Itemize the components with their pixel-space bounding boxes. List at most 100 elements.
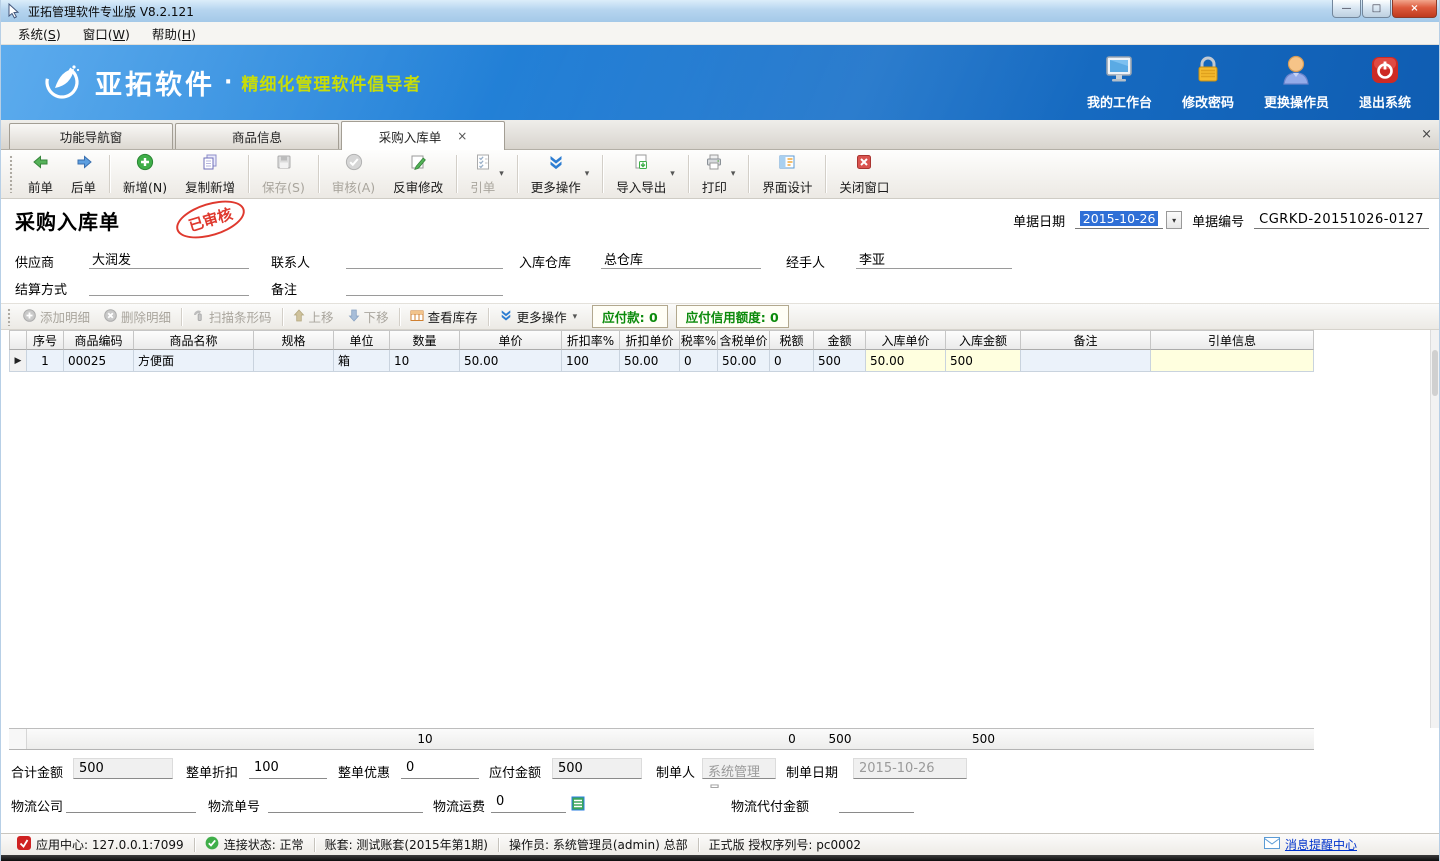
doc-number-value[interactable]: CGRKD-20151026-0127 — [1254, 212, 1429, 229]
tab-product-info[interactable]: 商品信息 — [175, 123, 339, 149]
cell-qty[interactable]: 10 — [390, 350, 460, 372]
handler-input[interactable]: 李亚 — [856, 249, 1012, 269]
total-amount-field[interactable]: 500 — [73, 758, 173, 779]
move-up-button[interactable]: 上移 — [286, 307, 341, 326]
view-stock-button[interactable]: 查看库存 — [403, 307, 485, 326]
scan-barcode-button[interactable]: 扫描条形码 — [185, 307, 279, 326]
doc-date-input[interactable]: 2015-10-26 — [1075, 211, 1163, 229]
payable-amount-field[interactable]: 500 — [552, 758, 642, 779]
settlement-input[interactable] — [89, 276, 249, 296]
summary-tax: 0 — [770, 732, 814, 746]
logistics-fee-field[interactable]: 0 — [491, 792, 566, 813]
menu-system[interactable]: 系统(S) — [7, 21, 72, 46]
cell-discount-rate[interactable]: 100 — [562, 350, 620, 372]
exit-system-button[interactable]: 退出系统 — [1359, 55, 1411, 111]
delete-detail-button[interactable]: 删除明细 — [97, 307, 178, 326]
message-center-link[interactable]: 消息提醒中心 — [1264, 836, 1357, 853]
col-header-inbound-amount[interactable]: 入库金额 — [946, 330, 1021, 350]
col-header-spec[interactable]: 规格 — [254, 330, 334, 350]
workbench-button[interactable]: 我的工作台 — [1087, 55, 1152, 111]
save-button[interactable]: 保存(S) — [253, 151, 314, 198]
col-header-tax-rate[interactable]: 税率% — [680, 330, 718, 350]
minimize-button[interactable]: — — [1332, 0, 1361, 18]
col-header-tax-incl-price[interactable]: 含税单价 — [718, 330, 770, 350]
cell-product-name[interactable]: 方便面 — [134, 350, 254, 372]
close-button[interactable]: × — [1392, 0, 1437, 18]
cell-unit[interactable]: 箱 — [334, 350, 390, 372]
doc-discount-field[interactable]: 100 — [249, 758, 327, 779]
cell-tax-rate[interactable]: 0 — [680, 350, 718, 372]
ui-design-button[interactable]: 界面设计 — [753, 151, 821, 198]
unaudit-button[interactable]: 反审修改 — [384, 151, 452, 198]
col-header-selector[interactable] — [9, 330, 27, 350]
new-button[interactable]: 新增(N) — [114, 151, 176, 198]
change-password-button[interactable]: 修改密码 — [1182, 55, 1234, 111]
warehouse-input[interactable]: 总仓库 — [601, 249, 761, 269]
col-header-tax-amount[interactable]: 税额 — [770, 330, 814, 350]
grid-toolbar-grip[interactable] — [7, 308, 12, 326]
col-header-seq[interactable]: 序号 — [27, 330, 64, 350]
close-tab-icon[interactable]: × — [457, 129, 467, 143]
maximize-button[interactable]: □ — [1362, 0, 1391, 18]
cell-seq[interactable]: 1 — [27, 350, 64, 372]
cell-inbound-amount[interactable]: 500 — [946, 350, 1021, 372]
print-button[interactable]: 打印▾ — [693, 151, 745, 198]
col-header-product-name[interactable]: 商品名称 — [134, 330, 254, 350]
cell-tax-amount[interactable]: 0 — [770, 350, 814, 372]
cell-discount-price[interactable]: 50.00 — [620, 350, 680, 372]
date-dropdown-button[interactable]: ▾ — [1166, 211, 1182, 229]
col-header-ref-info[interactable]: 引单信息 — [1151, 330, 1314, 350]
logistics-no-field[interactable] — [268, 792, 423, 813]
vertical-scrollbar[interactable] — [1430, 330, 1439, 728]
col-header-discount-price[interactable]: 折扣单价 — [620, 330, 680, 350]
close-window-button[interactable]: 关闭窗口 — [830, 151, 898, 198]
menu-window[interactable]: 窗口(W) — [72, 21, 141, 46]
cell-amount[interactable]: 500 — [814, 350, 866, 372]
cell-inbound-price[interactable]: 50.00 — [866, 350, 946, 372]
next-doc-button[interactable]: 后单 — [62, 151, 105, 198]
audit-button[interactable]: 审核(A) — [323, 151, 384, 198]
prev-doc-button[interactable]: 前单 — [19, 151, 62, 198]
cell-ref-info[interactable] — [1151, 350, 1314, 372]
menu-help[interactable]: 帮助(H) — [141, 21, 207, 46]
col-header-inbound-price[interactable]: 入库单价 — [866, 330, 946, 350]
dropdown-arrow-icon[interactable]: ▾ — [573, 312, 578, 322]
app-center-status: 应用中心: 127.0.0.1:7099 — [7, 836, 194, 853]
dropdown-arrow-icon[interactable]: ▾ — [499, 169, 504, 179]
add-detail-button[interactable]: 添加明细 — [16, 307, 97, 326]
col-header-product-code[interactable]: 商品编码 — [64, 330, 134, 350]
col-header-price[interactable]: 单价 — [460, 330, 562, 350]
logistics-paid-field[interactable] — [839, 792, 914, 813]
supplier-input[interactable]: 大润发 — [89, 249, 249, 269]
cell-remark[interactable] — [1021, 350, 1151, 372]
move-down-button[interactable]: 下移 — [341, 307, 396, 326]
col-header-unit[interactable]: 单位 — [334, 330, 390, 350]
contact-input[interactable] — [346, 249, 503, 269]
remark-input[interactable] — [346, 276, 503, 296]
tab-purchase-inbound[interactable]: 采购入库单 × — [341, 121, 505, 150]
dropdown-arrow-icon[interactable]: ▾ — [670, 169, 675, 179]
dropdown-arrow-icon[interactable]: ▾ — [585, 169, 590, 179]
doc-promo-field[interactable]: 0 — [401, 758, 479, 779]
cell-product-code[interactable]: 00025 — [64, 350, 134, 372]
fee-list-icon[interactable] — [571, 796, 586, 815]
scrollbar-thumb[interactable] — [1432, 350, 1438, 396]
toolbar-grip[interactable] — [9, 155, 14, 193]
cell-spec[interactable] — [254, 350, 334, 372]
more-actions-button[interactable]: 更多操作▾ — [522, 151, 599, 198]
col-header-qty[interactable]: 数量 — [390, 330, 460, 350]
cell-tax-incl-price[interactable]: 50.00 — [718, 350, 770, 372]
col-header-discount-rate[interactable]: 折扣率% — [562, 330, 620, 350]
cell-price[interactable]: 50.00 — [460, 350, 562, 372]
import-export-button[interactable]: 导入导出▾ — [607, 151, 684, 198]
col-header-amount[interactable]: 金额 — [814, 330, 866, 350]
switch-operator-button[interactable]: 更换操作员 — [1264, 55, 1329, 111]
col-header-remark[interactable]: 备注 — [1021, 330, 1151, 350]
dropdown-arrow-icon[interactable]: ▾ — [731, 169, 736, 179]
ref-doc-button[interactable]: 引单▾ — [461, 151, 513, 198]
close-tabstrip-icon[interactable]: × — [1421, 127, 1432, 142]
copy-new-button[interactable]: 复制新增 — [176, 151, 244, 198]
tab-nav-window[interactable]: 功能导航窗 — [9, 123, 173, 149]
grid-more-actions-button[interactable]: 更多操作▾ — [492, 307, 585, 326]
logistics-company-field[interactable] — [66, 792, 196, 813]
